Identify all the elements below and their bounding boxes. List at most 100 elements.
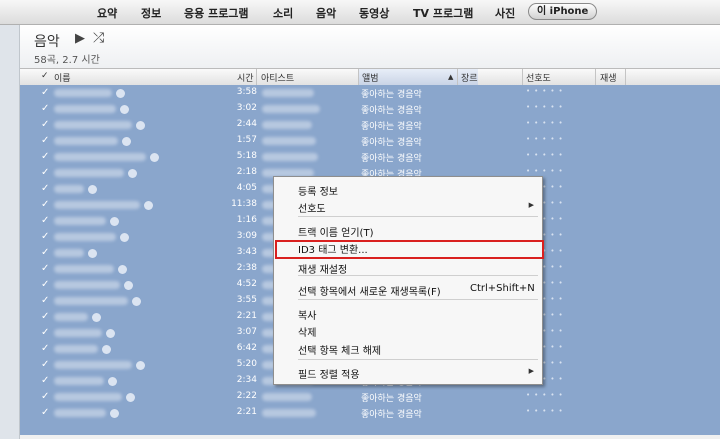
- track-checkbox[interactable]: ✓: [41, 151, 49, 162]
- context-menu-item[interactable]: 삭제: [274, 322, 542, 339]
- track-time: 3:09: [236, 231, 257, 241]
- menu-item-label: 등록 정보: [298, 187, 338, 198]
- sidebar-edge: [0, 25, 20, 439]
- column-album[interactable]: 앨범: [362, 71, 379, 84]
- column-time[interactable]: 시간: [237, 71, 254, 84]
- rating-dots-icon[interactable]: •••••: [526, 119, 567, 127]
- page-title: 음악: [34, 34, 60, 50]
- table-row[interactable]: ✓ 2:22 좋아하는 경음악 •••••: [20, 390, 720, 405]
- track-checkbox[interactable]: ✓: [41, 311, 49, 322]
- column-rating[interactable]: 선호도: [526, 71, 551, 84]
- table-row[interactable]: ✓ 1:57 좋아하는 경음악 •••••: [20, 134, 720, 149]
- column-check[interactable]: ✓: [41, 71, 49, 81]
- rating-dots-icon[interactable]: •••••: [526, 407, 567, 415]
- track-checkbox[interactable]: ✓: [41, 343, 49, 354]
- arrow-link-icon[interactable]: [150, 153, 159, 162]
- track-checkbox[interactable]: ✓: [41, 359, 49, 370]
- arrow-link-icon[interactable]: [88, 249, 97, 258]
- arrow-link-icon[interactable]: [122, 137, 131, 146]
- arrow-link-icon[interactable]: [128, 169, 137, 178]
- rating-dots-icon[interactable]: •••••: [526, 391, 567, 399]
- rating-dots-icon[interactable]: •••••: [526, 151, 567, 159]
- context-menu-item[interactable]: 선호도 ▶: [274, 198, 542, 215]
- track-checkbox[interactable]: ✓: [41, 87, 49, 98]
- rating-dots-icon[interactable]: •••••: [526, 167, 567, 175]
- track-checkbox[interactable]: ✓: [41, 263, 49, 274]
- tab-apps[interactable]: 응용 프로그램: [184, 5, 249, 21]
- track-checkbox[interactable]: ✓: [41, 119, 49, 130]
- track-name-obscured: [54, 153, 146, 161]
- column-name[interactable]: 이름: [54, 71, 71, 84]
- tab-summary[interactable]: 요약: [97, 5, 117, 21]
- tab-sounds[interactable]: 소리: [273, 5, 293, 21]
- arrow-link-icon[interactable]: [126, 393, 135, 402]
- track-checkbox[interactable]: ✓: [41, 167, 49, 178]
- arrow-link-icon[interactable]: [136, 121, 145, 130]
- arrow-link-icon[interactable]: [118, 265, 127, 274]
- menu-item-label: 선호도: [298, 204, 326, 215]
- column-artist[interactable]: 아티스트: [261, 71, 294, 84]
- context-menu-item[interactable]: 선택 항목에서 새로운 재생목록(F) Ctrl+Shift+N: [274, 281, 542, 298]
- play-icon[interactable]: ▶: [75, 31, 85, 46]
- track-checkbox[interactable]: ✓: [41, 279, 49, 290]
- tab-this-iphone[interactable]: 이 iPhone: [528, 3, 598, 20]
- tab-photos[interactable]: 사진: [495, 5, 515, 21]
- track-checkbox[interactable]: ✓: [41, 103, 49, 114]
- arrow-link-icon[interactable]: [110, 217, 119, 226]
- tab-tv-shows[interactable]: TV 프로그램: [413, 5, 473, 21]
- arrow-link-icon[interactable]: [106, 329, 115, 338]
- rating-dots-icon[interactable]: •••••: [526, 87, 567, 95]
- arrow-link-icon[interactable]: [120, 105, 129, 114]
- table-row[interactable]: ✓ 2:21 좋아하는 경음악 •••••: [20, 406, 720, 421]
- device-tab-bar: 요약 정보 응용 프로그램 소리 음악 동영상 TV 프로그램 사진 이 iPh…: [0, 0, 720, 25]
- tab-music[interactable]: 음악: [316, 5, 336, 21]
- track-time: 3:55: [236, 295, 257, 305]
- context-menu-item[interactable]: 필드 정렬 적용 ▶: [274, 364, 542, 381]
- track-checkbox[interactable]: ✓: [41, 215, 49, 226]
- arrow-link-icon[interactable]: [144, 201, 153, 210]
- track-checkbox[interactable]: ✓: [41, 199, 49, 210]
- track-checkbox[interactable]: ✓: [41, 391, 49, 402]
- arrow-link-icon[interactable]: [132, 297, 141, 306]
- track-name-obscured: [54, 249, 84, 257]
- context-menu-item[interactable]: 등록 정보: [274, 181, 542, 198]
- track-checkbox[interactable]: ✓: [41, 183, 49, 194]
- table-row[interactable]: ✓ 5:18 좋아하는 경음악 •••••: [20, 150, 720, 165]
- tab-info[interactable]: 정보: [141, 5, 161, 21]
- track-checkbox[interactable]: ✓: [41, 375, 49, 386]
- column-plays[interactable]: 재생: [600, 71, 617, 84]
- track-time: 4:52: [236, 279, 257, 289]
- arrow-link-icon[interactable]: [110, 409, 119, 418]
- column-genre[interactable]: 장르: [461, 71, 478, 84]
- arrow-link-icon[interactable]: [136, 361, 145, 370]
- shuffle-icon[interactable]: ⤮: [93, 30, 104, 46]
- track-checkbox[interactable]: ✓: [41, 231, 49, 242]
- arrow-link-icon[interactable]: [120, 233, 129, 242]
- tab-movies[interactable]: 동영상: [359, 5, 389, 21]
- arrow-link-icon[interactable]: [124, 281, 133, 290]
- table-row[interactable]: ✓ 3:02 좋아하는 경음악 •••••: [20, 102, 720, 117]
- context-menu-item[interactable]: 선택 항목 체크 해제: [274, 340, 542, 357]
- track-time: 1:16: [236, 215, 257, 225]
- arrow-link-icon[interactable]: [88, 185, 97, 194]
- track-checkbox[interactable]: ✓: [41, 327, 49, 338]
- rating-dots-icon[interactable]: •••••: [526, 135, 567, 143]
- track-checkbox[interactable]: ✓: [41, 135, 49, 146]
- arrow-link-icon[interactable]: [102, 345, 111, 354]
- context-menu-item[interactable]: 재생 재설정: [274, 259, 542, 276]
- rating-dots-icon[interactable]: •••••: [526, 103, 567, 111]
- context-menu-item[interactable]: 복사: [274, 305, 542, 322]
- track-checkbox[interactable]: ✓: [41, 247, 49, 258]
- track-name-obscured: [54, 169, 124, 177]
- table-row[interactable]: ✓ 2:44 좋아하는 경음악 •••••: [20, 118, 720, 133]
- track-name-obscured: [54, 361, 132, 369]
- table-row[interactable]: ✓ 3:58 좋아하는 경음악 •••••: [20, 86, 720, 101]
- track-time: 4:05: [236, 183, 257, 193]
- arrow-link-icon[interactable]: [108, 377, 117, 386]
- context-menu-item[interactable]: 트랙 이름 얻기(T): [274, 222, 542, 239]
- track-checkbox[interactable]: ✓: [41, 407, 49, 418]
- track-checkbox[interactable]: ✓: [41, 295, 49, 306]
- arrow-link-icon[interactable]: [116, 89, 125, 98]
- menu-separator: [298, 216, 538, 217]
- arrow-link-icon[interactable]: [92, 313, 101, 322]
